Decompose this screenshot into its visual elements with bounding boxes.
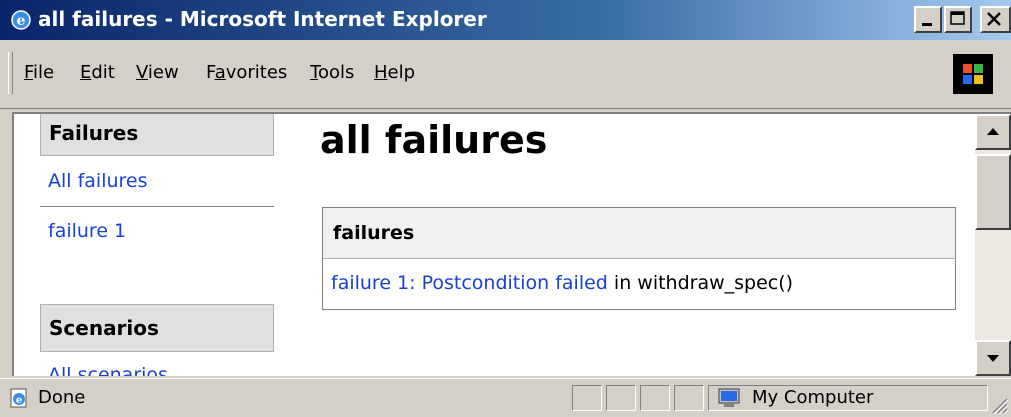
status-panel bbox=[572, 385, 602, 411]
menu-tools[interactable]: Tools bbox=[310, 62, 354, 83]
sidebar-link-all-failures[interactable]: All failures bbox=[48, 170, 148, 192]
menu-edit[interactable]: Edit bbox=[80, 62, 115, 83]
status-text: Done bbox=[38, 387, 86, 408]
svg-text:e: e bbox=[16, 395, 22, 406]
sidebar-scenarios-heading: Scenarios bbox=[40, 304, 274, 352]
security-zone-label: My Computer bbox=[752, 387, 874, 408]
failure-location: in withdraw_spec() bbox=[607, 272, 794, 294]
scroll-thumb[interactable] bbox=[975, 154, 1011, 230]
close-button[interactable] bbox=[980, 6, 1011, 33]
status-panel bbox=[674, 385, 704, 411]
arrow-down-icon bbox=[987, 355, 999, 362]
sidebar-link-all-scenarios[interactable]: All scenarios bbox=[48, 364, 168, 376]
window-title-bar[interactable]: e all failures - Microsoft Internet Expl… bbox=[0, 0, 1011, 40]
svg-text:e: e bbox=[17, 13, 26, 29]
status-panel bbox=[606, 385, 636, 411]
menu-grip[interactable] bbox=[8, 52, 13, 94]
sidebar-failures-heading: Failures bbox=[40, 114, 274, 156]
windows-logo-throbber bbox=[953, 54, 993, 94]
arrow-up-icon bbox=[987, 128, 999, 135]
status-panel bbox=[640, 385, 670, 411]
menu-bar: File Edit View Favorites Tools Help bbox=[0, 40, 1011, 109]
windows-logo-icon bbox=[963, 64, 983, 84]
failures-table: failures failure 1: Postcondition failed… bbox=[322, 207, 956, 310]
minimize-icon bbox=[922, 23, 932, 26]
maximize-button[interactable] bbox=[944, 6, 972, 33]
scroll-down-button[interactable] bbox=[975, 340, 1011, 376]
menu-help[interactable]: Help bbox=[374, 62, 415, 83]
menu-favorites[interactable]: Favorites bbox=[206, 62, 287, 83]
page-viewport: Failures All failures failure 1 Scenario… bbox=[12, 112, 1011, 376]
maximize-icon bbox=[950, 11, 965, 25]
close-icon bbox=[987, 12, 1001, 26]
failure-link[interactable]: failure 1: Postcondition failed bbox=[331, 272, 608, 294]
sidebar-divider bbox=[40, 206, 274, 207]
my-computer-icon bbox=[718, 388, 740, 407]
menu-file[interactable]: File bbox=[24, 62, 54, 83]
page-title: all failures bbox=[320, 118, 548, 162]
status-bar: e Done My Computer bbox=[0, 378, 1011, 417]
minimize-button[interactable] bbox=[914, 6, 942, 33]
sidebar-link-failure-1[interactable]: failure 1 bbox=[48, 220, 126, 242]
internet-explorer-icon: e bbox=[11, 10, 31, 30]
table-row: failure 1: Postcondition failed in withd… bbox=[323, 259, 955, 309]
vertical-scrollbar[interactable] bbox=[975, 114, 1011, 376]
resize-grip-icon[interactable] bbox=[989, 395, 1009, 415]
table-header: failures bbox=[323, 208, 955, 259]
scroll-up-button[interactable] bbox=[975, 114, 1011, 150]
page-done-icon: e bbox=[10, 388, 27, 408]
menu-view[interactable]: View bbox=[136, 62, 179, 83]
window-title: all failures - Microsoft Internet Explor… bbox=[38, 7, 487, 31]
